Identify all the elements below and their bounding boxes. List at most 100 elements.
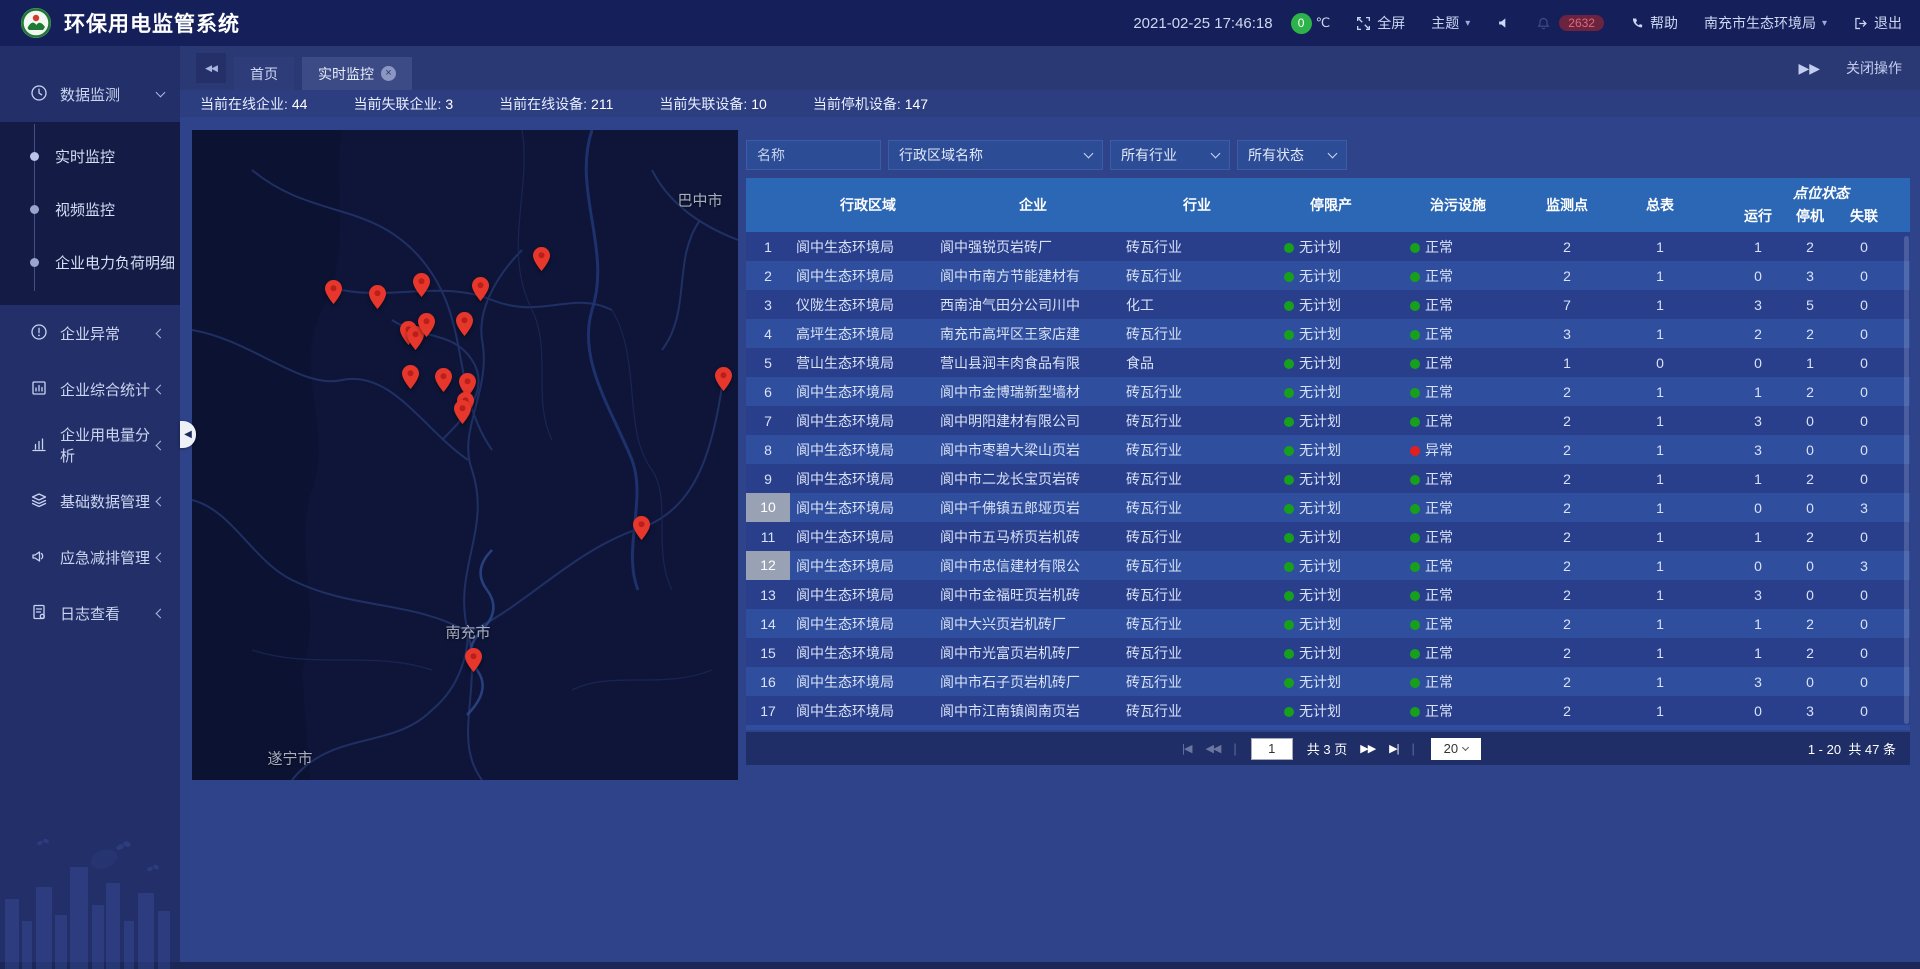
- chevron-left-icon: [156, 440, 166, 450]
- chart-icon: [30, 435, 50, 455]
- table-row[interactable]: 17阆中生态环境局阆中市江南镇阆南页岩砖瓦行业无计划正常21030: [746, 696, 1910, 725]
- table-row[interactable]: 12阆中生态环境局阆中市忠信建材有限公砖瓦行业无计划正常21003: [746, 551, 1910, 580]
- status-dot-icon: [1284, 446, 1294, 456]
- table-row[interactable]: 16阆中生态环境局阆中市石子页岩机砖厂砖瓦行业无计划正常21300: [746, 667, 1910, 696]
- page-size-select[interactable]: 20: [1431, 738, 1481, 760]
- table-row[interactable]: 11阆中生态环境局阆中市五马桥页岩机砖砖瓦行业无计划正常21120: [746, 522, 1910, 551]
- phone-icon: [1630, 16, 1644, 30]
- page-number-input[interactable]: [1251, 738, 1293, 760]
- table-row[interactable]: 14阆中生态环境局阆中大兴页岩机砖厂砖瓦行业无计划正常21120: [746, 609, 1910, 638]
- bullet-dot-icon: [30, 258, 39, 267]
- chevron-left-icon: [156, 384, 166, 394]
- bullet-dot-icon: [30, 205, 39, 214]
- sidebar-submenu: 实时监控 视频监控 企业电力负荷明细: [0, 122, 180, 305]
- theme-menu[interactable]: 主题 ▾: [1431, 13, 1470, 33]
- tab-实时监控[interactable]: 实时监控×: [302, 57, 412, 90]
- industry-select[interactable]: 所有行业: [1110, 140, 1230, 170]
- stats-icon: [30, 379, 50, 399]
- table-row[interactable]: 7阆中生态环境局阆中明阳建材有限公司砖瓦行业无计划正常21300: [746, 406, 1910, 435]
- sidebar-item-6[interactable]: 日志查看: [0, 585, 180, 641]
- chevron-down-icon: [156, 88, 166, 98]
- map-pin-icon[interactable]: [369, 285, 386, 309]
- fullscreen-button[interactable]: 全屏: [1356, 13, 1405, 33]
- col-limit: 停限产: [1268, 178, 1394, 232]
- tab-首页[interactable]: 首页: [234, 57, 294, 90]
- status-dot-icon: [1284, 504, 1294, 514]
- megaphone-icon: [30, 547, 50, 567]
- map-pin-icon[interactable]: [402, 365, 419, 389]
- chevron-down-icon: [1328, 149, 1338, 159]
- status-dot-icon: [1410, 620, 1420, 630]
- close-operations-button[interactable]: 关闭操作: [1846, 58, 1902, 78]
- map-pin-icon[interactable]: [472, 277, 489, 301]
- map-pin-icon[interactable]: [413, 273, 430, 297]
- sidebar-subitem[interactable]: 视频监控: [0, 183, 180, 236]
- table-scrollbar[interactable]: [1904, 236, 1909, 724]
- table-row[interactable]: 8阆中生态环境局阆中市枣碧大梁山页岩砖瓦行业无计划异常21300: [746, 435, 1910, 464]
- status-dot-icon: [1410, 591, 1420, 601]
- col-meters: 总表: [1612, 178, 1708, 232]
- speaker-button[interactable]: [1496, 16, 1510, 30]
- status-select[interactable]: 所有状态: [1237, 140, 1347, 170]
- close-icon[interactable]: ×: [381, 66, 396, 81]
- sidebar-item-3[interactable]: 企业用电量分析: [0, 417, 180, 473]
- table-row[interactable]: 2阆中生态环境局阆中市南方节能建材有砖瓦行业无计划正常21030: [746, 261, 1910, 290]
- sidebar-item-1[interactable]: 企业异常: [0, 305, 180, 361]
- chevron-left-icon: [156, 552, 166, 562]
- sidebar-subitem[interactable]: 实时监控: [0, 130, 180, 183]
- map-roads: [192, 130, 738, 780]
- sidebar-item-0[interactable]: 数据监测: [0, 66, 180, 122]
- table-row[interactable]: 15阆中生态环境局阆中市光富页岩机砖厂砖瓦行业无计划正常21120: [746, 638, 1910, 667]
- sidebar-item-5[interactable]: 应急减排管理: [0, 529, 180, 585]
- table-row[interactable]: 13阆中生态环境局阆中市金福旺页岩机砖砖瓦行业无计划正常21300: [746, 580, 1910, 609]
- total-pages-label: 共 3 页: [1307, 739, 1347, 758]
- table-row[interactable]: 18南部生态环境局南部县升钟湖建材有限砖瓦行业无计划正常21120: [746, 725, 1910, 730]
- status-dot-icon: [1284, 678, 1294, 688]
- map-pin-icon[interactable]: [435, 368, 452, 392]
- name-search-input[interactable]: [746, 140, 881, 170]
- sidebar-item-4[interactable]: 基础数据管理: [0, 473, 180, 529]
- map-pin-icon[interactable]: [465, 648, 482, 672]
- map-pin-icon[interactable]: [454, 400, 471, 424]
- sidebar-subitem[interactable]: 企业电力负荷明细: [0, 236, 180, 289]
- datetime: 2021-02-25 17:46:18: [1133, 15, 1272, 32]
- map-panel[interactable]: 巴中市南充市遂宁市: [192, 130, 738, 780]
- table-row[interactable]: 4高坪生态环境局南充市高坪区王家店建砖瓦行业无计划正常31220: [746, 319, 1910, 348]
- map-pin-icon[interactable]: [325, 280, 342, 304]
- region-select[interactable]: 行政区域名称: [888, 140, 1103, 170]
- status-dot-icon: [1284, 272, 1294, 282]
- sidebar-item-2[interactable]: 企业综合统计: [0, 361, 180, 417]
- map-pin-icon[interactable]: [715, 367, 732, 391]
- map-pin-icon[interactable]: [456, 312, 473, 336]
- table-row[interactable]: 10阆中生态环境局阆中千佛镇五郎垭页岩砖瓦行业无计划正常21003: [746, 493, 1910, 522]
- last-page-button[interactable]: ▶|: [1389, 742, 1398, 755]
- map-pin-icon[interactable]: [418, 313, 435, 337]
- tab-scroll-right-button[interactable]: ▶▶: [1798, 60, 1820, 77]
- chevron-left-icon: [156, 608, 166, 618]
- logout-button[interactable]: 退出: [1853, 13, 1902, 33]
- notifications[interactable]: 2632: [1536, 15, 1604, 31]
- log-icon: [30, 603, 50, 623]
- bottom-edge: [0, 962, 1920, 969]
- first-page-button[interactable]: |◀: [1182, 742, 1191, 755]
- content-area: ◀: [180, 117, 1920, 969]
- stat-item: 当前停机设备:147: [813, 94, 928, 114]
- table-row[interactable]: 1阆中生态环境局阆中强锐页岩砖厂砖瓦行业无计划正常21120: [746, 232, 1910, 261]
- table-row[interactable]: 5营山生态环境局营山县润丰肉食品有限食品无计划正常10010: [746, 348, 1910, 377]
- map-pin-icon[interactable]: [533, 247, 550, 271]
- map-pin-icon[interactable]: [633, 516, 650, 540]
- chevron-left-icon: [156, 328, 166, 338]
- stat-item: 当前失联企业:3: [353, 94, 453, 114]
- org-menu[interactable]: 南充市生态环境局 ▾: [1704, 13, 1827, 33]
- status-dot-icon: [1284, 620, 1294, 630]
- table-row[interactable]: 9阆中生态环境局阆中市二龙长宝页岩砖砖瓦行业无计划正常21120: [746, 464, 1910, 493]
- table-row[interactable]: 6阆中生态环境局阆中市金博瑞新型墙材砖瓦行业无计划正常21120: [746, 377, 1910, 406]
- tab-scroll-left-button[interactable]: ◀◀: [196, 53, 226, 83]
- col-lost: 失联: [1836, 204, 1892, 228]
- status-dot-icon: [1410, 301, 1420, 311]
- prev-page-button[interactable]: ◀◀: [1205, 742, 1220, 755]
- table-row[interactable]: 3仪陇生态环境局西南油气田分公司川中化工无计划正常71350: [746, 290, 1910, 319]
- col-region: 行政区域: [790, 178, 940, 232]
- next-page-button[interactable]: ▶▶: [1360, 742, 1375, 755]
- help-button[interactable]: 帮助: [1630, 13, 1678, 33]
